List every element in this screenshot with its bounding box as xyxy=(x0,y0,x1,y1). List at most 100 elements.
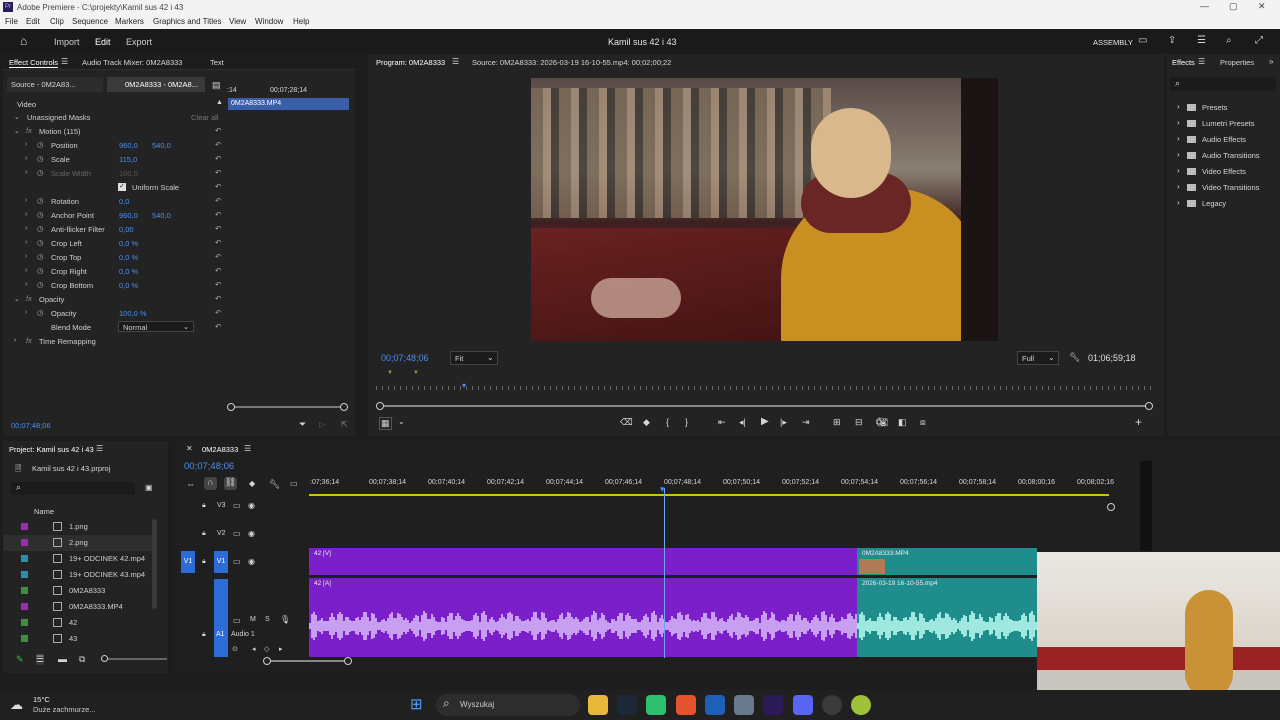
file-explorer-icon[interactable] xyxy=(588,695,608,715)
collapse-icon[interactable]: ▲ xyxy=(216,99,223,106)
menu-view[interactable]: View xyxy=(229,17,246,26)
tab-effect-controls[interactable]: Effect Controls xyxy=(9,58,59,68)
reset-icon[interactable]: ↶ xyxy=(215,126,221,135)
stopwatch-icon[interactable]: ◷ xyxy=(37,196,44,205)
tab-menu-icon[interactable]: ☰ xyxy=(1198,57,1205,66)
chevron-right-icon[interactable]: › xyxy=(25,239,27,246)
eye-icon[interactable]: ◉ xyxy=(248,529,255,538)
add-button-icon[interactable]: + xyxy=(1135,415,1142,429)
menu-icon[interactable]: ☰ xyxy=(1197,35,1206,46)
chevron-right-icon[interactable]: › xyxy=(25,169,27,176)
stopwatch-icon[interactable]: ◷ xyxy=(37,266,44,275)
reset-icon[interactable]: ↶ xyxy=(215,196,221,205)
play-only-icon[interactable]: ▷ xyxy=(319,420,325,429)
uniform-scale-checkbox[interactable]: ✓ xyxy=(118,183,126,191)
menu-window[interactable]: Window xyxy=(255,17,283,26)
project-item[interactable]: 1.png xyxy=(3,519,153,535)
close-button[interactable]: ✕ xyxy=(1258,1,1266,12)
fit-select[interactable]: Fit ⌄ xyxy=(450,351,498,365)
mark-in-icon[interactable]: { xyxy=(666,417,669,427)
scroll-handle-right[interactable] xyxy=(340,403,348,411)
property-value-1[interactable]: 0,0 % xyxy=(119,267,138,276)
label-color-swatch[interactable] xyxy=(21,539,28,546)
clear-all-button[interactable]: Clear all xyxy=(191,113,219,122)
tab-menu-icon[interactable]: ☰ xyxy=(61,57,68,66)
property-value-1[interactable]: 960,0 xyxy=(119,141,138,150)
reset-icon[interactable]: ↶ xyxy=(215,280,221,289)
import-tab[interactable]: Import xyxy=(54,37,80,47)
reset-icon[interactable]: ↶ xyxy=(215,308,221,317)
work-area-bar[interactable] xyxy=(309,494,1109,496)
weather-icon[interactable]: ☁ xyxy=(10,697,23,713)
discord-icon[interactable] xyxy=(793,695,813,715)
label-color-swatch[interactable] xyxy=(21,523,28,530)
reset-icon[interactable]: ↶ xyxy=(215,322,221,331)
wrench-icon[interactable]: 🔧︎ xyxy=(1069,352,1080,363)
lock-icon[interactable]: 🔒︎ xyxy=(202,631,206,639)
icon-view-icon[interactable]: ▬ xyxy=(58,654,67,664)
go-to-in-icon[interactable]: ⇤ xyxy=(718,417,726,428)
playhead-marker[interactable]: ▾ xyxy=(462,381,466,390)
property-value-1[interactable]: 100,0 xyxy=(119,169,138,178)
project-item[interactable]: 42 xyxy=(3,615,153,631)
reset-icon[interactable]: ↶ xyxy=(215,238,221,247)
timeline-timecode[interactable]: 00;07;48;06 xyxy=(184,461,234,472)
export-frame-icon[interactable]: 📷︎ xyxy=(877,417,888,428)
chevron-right-icon[interactable]: › xyxy=(25,253,27,260)
menu-markers[interactable]: Markers xyxy=(115,17,144,26)
eye-icon[interactable]: ◉ xyxy=(248,501,255,510)
opacity-value[interactable]: 100,0 % xyxy=(119,309,147,318)
lift-icon[interactable]: ⌫ xyxy=(620,417,633,428)
messenger-icon[interactable] xyxy=(646,695,666,715)
chevron-right-icon[interactable]: › xyxy=(25,225,27,232)
chevron-right-icon[interactable]: › xyxy=(25,141,27,148)
chevron-right-icon[interactable]: › xyxy=(25,281,27,288)
program-tab[interactable]: Program: 0M2A8333 xyxy=(376,58,445,67)
track-v1-target[interactable]: V1 xyxy=(214,551,228,573)
label-color-swatch[interactable] xyxy=(21,635,28,642)
reset-icon[interactable]: ↶ xyxy=(215,154,221,163)
audio-clip-42[interactable]: 42 [A] xyxy=(309,578,857,657)
reset-icon[interactable]: ↶ xyxy=(215,252,221,261)
tab-menu-icon[interactable]: ☰ xyxy=(452,57,459,66)
timeline-hscroll[interactable] xyxy=(268,660,348,662)
label-color-swatch[interactable] xyxy=(21,587,28,594)
mark-out-icon[interactable]: } xyxy=(685,417,688,427)
chevron-down-icon[interactable]: ⌄ xyxy=(398,417,405,426)
property-value-2[interactable]: 540,0 xyxy=(152,141,171,150)
thumbnail-size-slider[interactable] xyxy=(101,658,167,660)
sync-icon[interactable]: ▭ xyxy=(233,529,241,538)
photoshop-icon[interactable] xyxy=(705,695,725,715)
reset-icon[interactable]: ↶ xyxy=(215,182,221,191)
stopwatch-icon[interactable]: ◷ xyxy=(37,224,44,233)
properties-tab[interactable]: Properties xyxy=(1220,58,1254,67)
effects-folder[interactable]: › Legacy xyxy=(1177,198,1277,210)
eye-icon[interactable]: ◉ xyxy=(248,557,255,566)
chevron-down-icon[interactable]: ⌄ xyxy=(14,113,20,121)
workspace-name[interactable]: ASSEMBLY xyxy=(1093,38,1133,47)
project-item[interactable]: 19+ ODCINEK 43.mp4 xyxy=(3,567,153,583)
home-icon[interactable]: ⌂ xyxy=(20,34,27,48)
project-scrollbar[interactable] xyxy=(152,519,157,609)
property-value-1[interactable]: 0,0 % xyxy=(119,239,138,248)
reset-icon[interactable]: ↶ xyxy=(215,210,221,219)
effects-folder[interactable]: › Video Effects xyxy=(1177,166,1277,178)
stopwatch-icon[interactable]: ◷ xyxy=(37,140,44,149)
keyframe-add-icon[interactable]: ◇ xyxy=(264,645,269,653)
stopwatch-icon[interactable]: ◷ xyxy=(37,210,44,219)
effects-folder[interactable]: › Lumetri Presets xyxy=(1177,118,1277,130)
overwrite-icon[interactable]: ⊟ xyxy=(855,417,863,428)
lock-icon[interactable]: 🔒︎ xyxy=(202,502,206,510)
blend-mode-select[interactable]: Normal ⌄ xyxy=(118,321,194,332)
ec-timecode[interactable]: 00;07;48;06 xyxy=(11,421,51,430)
active-clip-tab[interactable]: 0M2A8333 - 0M2A8... xyxy=(107,77,205,92)
property-value-1[interactable]: 0,0 xyxy=(119,197,129,206)
tab-menu-icon[interactable]: ☰ xyxy=(96,444,103,453)
chevron-right-icon[interactable]: › xyxy=(25,309,27,316)
export-tab[interactable]: Export xyxy=(126,37,152,47)
menu-edit[interactable]: Edit xyxy=(26,17,40,26)
workspaces-icon[interactable]: ▭ xyxy=(1138,35,1147,46)
more-icon[interactable]: » xyxy=(1269,57,1273,66)
property-value-1[interactable]: 960,0 xyxy=(119,211,138,220)
stopwatch-icon[interactable]: ◷ xyxy=(37,280,44,289)
